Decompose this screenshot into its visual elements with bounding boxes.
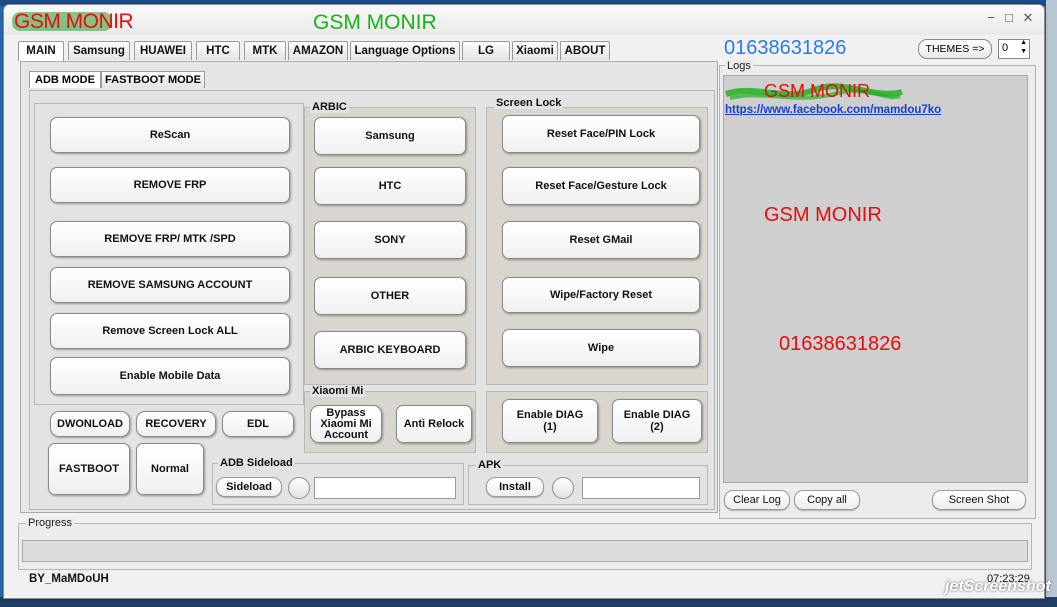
window-title-red: GSM MONIR [14,10,134,33]
title-bar: GSM MONIR GSM MONIR − □ ✕ [4,5,1044,35]
window-title-green: GSM MONIR [313,11,437,34]
tab-xiaomi[interactable]: Xiaomi [512,41,558,60]
arbic-htc-button[interactable]: HTC [314,167,466,205]
clear-log-button[interactable]: Clear Log [724,490,790,510]
remove-frp-mtk-spd-button[interactable]: REMOVE FRP/ MTK /SPD [50,221,290,257]
desktop-right-strip [1046,0,1057,607]
download-mode-button[interactable]: DWONLOAD [50,411,130,437]
normal-mode-button[interactable]: Normal [136,443,204,495]
log-facebook-link[interactable]: https://www.facebook.com/mamdou7ko [725,104,941,116]
enable-mobile-data-button[interactable]: Enable Mobile Data [50,357,290,395]
logs-label: Logs [725,60,753,72]
tab-samsung[interactable]: Samsung [68,41,130,60]
diag1-line-2: (1) [543,421,557,433]
wipe-factory-reset-button[interactable]: Wipe/Factory Reset [502,277,700,313]
tab-adb-mode[interactable]: ADB MODE [29,71,101,88]
remove-screen-lock-all-button[interactable]: Remove Screen Lock ALL [50,313,290,349]
reset-face-pin-lock-button[interactable]: Reset Face/PIN Lock [502,115,700,153]
main-panel: ADB MODE FASTBOOT MODE ReScan REMOVE FRP… [20,61,718,513]
spin-down-icon[interactable]: ▼ [1020,48,1027,55]
arbic-samsung-button[interactable]: Samsung [314,117,466,155]
tab-mtk[interactable]: MTK [244,41,286,60]
app-window: GSM MONIR GSM MONIR − □ ✕ MAIN Samsung H… [3,4,1045,599]
edl-mode-button[interactable]: EDL [222,411,294,437]
rescan-button[interactable]: ReScan [50,117,290,153]
log-line-red-3: 01638631826 [779,333,902,355]
diag2-line-2: (2) [650,421,664,433]
logs-area[interactable] [723,75,1028,483]
header-phone-number: 01638631826 [724,37,847,59]
progress-label: Progress [26,517,75,529]
adb-mode-panel: ReScan REMOVE FRP REMOVE FRP/ MTK /SPD R… [29,90,715,510]
apk-title: APK [476,459,504,471]
themes-spinner[interactable]: 0 ▲ ▼ [998,39,1030,59]
adb-sideload-title: ADB Sideload [218,457,295,469]
arbic-sony-button[interactable]: SONY [314,221,466,259]
spin-up-icon[interactable]: ▲ [1020,39,1027,46]
tab-lg[interactable]: LG [462,41,510,60]
diag2-line-1: Enable DIAG [623,409,691,421]
wipe-button[interactable]: Wipe [502,329,700,367]
close-icon[interactable]: ✕ [1021,11,1035,25]
diag1-line-1: Enable DIAG [516,409,584,421]
watermark: jetScreenshot [945,578,1051,595]
sideload-path-field[interactable] [314,477,456,499]
copy-all-button[interactable]: Copy all [794,490,860,510]
enable-diag-2-button[interactable]: Enable DIAG (2) [612,399,702,443]
bypass-line-1: Bypass [326,406,366,419]
progress-bar [22,540,1028,562]
log-line-red-1: GSM MONIR [764,81,870,101]
reset-gmail-button[interactable]: Reset GMail [502,221,700,259]
sideload-button[interactable]: Sideload [216,477,282,497]
remove-samsung-account-button[interactable]: REMOVE SAMSUNG ACCOUNT [50,267,290,303]
bypass-line-2: Xiaomi Mi [320,417,372,430]
reset-face-gesture-lock-button[interactable]: Reset Face/Gesture Lock [502,167,700,205]
screen-lock-group-title: Screen Lock [494,97,564,109]
minimize-icon[interactable]: − [984,11,998,25]
tab-amazon[interactable]: AMAZON [288,41,348,60]
fastboot-mode-button[interactable]: FASTBOOT [48,443,130,495]
install-apk-button[interactable]: Install [486,477,544,497]
xiaomi-group-title: Xiaomi Mi [310,385,366,397]
tab-fastboot-mode[interactable]: FASTBOOT MODE [101,71,205,88]
themes-button[interactable]: THEMES => [918,39,992,59]
arbic-other-button[interactable]: OTHER [314,277,466,315]
author-label: BY_MaMDoUH [29,573,109,585]
tab-huawei[interactable]: HUAWEI [134,41,192,60]
screen-shot-button[interactable]: Screen Shot [932,490,1026,510]
log-line-red-2: GSM MONIR [764,204,882,226]
recovery-mode-button[interactable]: RECOVERY [136,411,216,437]
arbic-group-title: ARBIC [310,101,349,113]
bypass-line-3: Account [324,428,368,441]
themes-spinner-value: 0 [1002,42,1009,54]
sideload-browse-radio[interactable] [288,477,310,499]
anti-relock-button[interactable]: Anti Relock [396,405,472,443]
tab-about[interactable]: ABOUT [560,41,610,60]
arbic-keyboard-button[interactable]: ARBIC KEYBOARD [314,331,466,369]
tab-htc[interactable]: HTC [196,41,240,60]
maximize-icon[interactable]: □ [1002,11,1016,25]
bypass-xiaomi-account-button[interactable]: Bypass Xiaomi Mi Account [310,405,382,443]
apk-path-field[interactable] [582,477,700,499]
enable-diag-1-button[interactable]: Enable DIAG (1) [502,399,598,443]
apk-browse-radio[interactable] [552,477,574,499]
remove-frp-button[interactable]: REMOVE FRP [50,167,290,203]
tab-language-options[interactable]: Language Options [350,41,460,60]
tab-main[interactable]: MAIN [18,41,64,61]
